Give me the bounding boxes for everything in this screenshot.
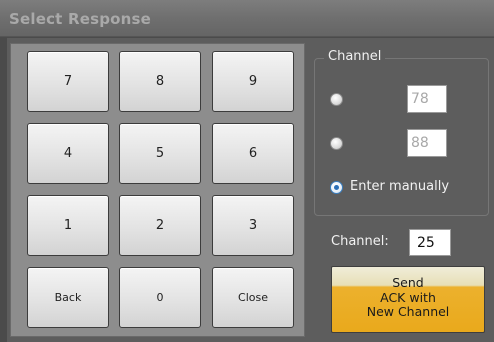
key-7[interactable]: 7 <box>27 51 109 112</box>
channel-entry-label: Channel: <box>331 234 389 249</box>
enter-manually-label[interactable]: Enter manually <box>350 179 449 194</box>
key-0[interactable]: 0 <box>119 267 201 328</box>
channel-input[interactable]: 25 <box>409 229 451 256</box>
channel-option-88-radio[interactable] <box>330 137 343 150</box>
send-button-line-1: Send <box>392 275 424 290</box>
enter-manually-radio[interactable] <box>330 181 343 194</box>
window-title: Select Response <box>9 10 152 28</box>
channel-group-label: Channel <box>324 49 386 64</box>
key-3[interactable]: 3 <box>212 195 294 256</box>
title-bar: Select Response <box>0 0 494 37</box>
send-ack-new-channel-button[interactable]: Send ACK with New Channel <box>331 266 485 333</box>
key-1[interactable]: 1 <box>27 195 109 256</box>
back-button[interactable]: Back <box>27 267 109 328</box>
key-5[interactable]: 5 <box>119 123 201 184</box>
key-8[interactable]: 8 <box>119 51 201 112</box>
channel-option-78-radio[interactable] <box>330 93 343 106</box>
channel-option-78-value: 78 <box>407 85 447 113</box>
key-6[interactable]: 6 <box>212 123 294 184</box>
send-button-line-3: New Channel <box>366 304 450 319</box>
channel-option-88-value: 88 <box>407 129 447 157</box>
key-9[interactable]: 9 <box>212 51 294 112</box>
send-button-line-2: ACK with <box>380 289 436 305</box>
close-button[interactable]: Close <box>212 267 294 328</box>
select-response-window: Select Response 7 8 9 4 5 6 1 2 3 Back 0… <box>0 0 494 342</box>
key-2[interactable]: 2 <box>119 195 201 256</box>
key-4[interactable]: 4 <box>27 123 109 184</box>
